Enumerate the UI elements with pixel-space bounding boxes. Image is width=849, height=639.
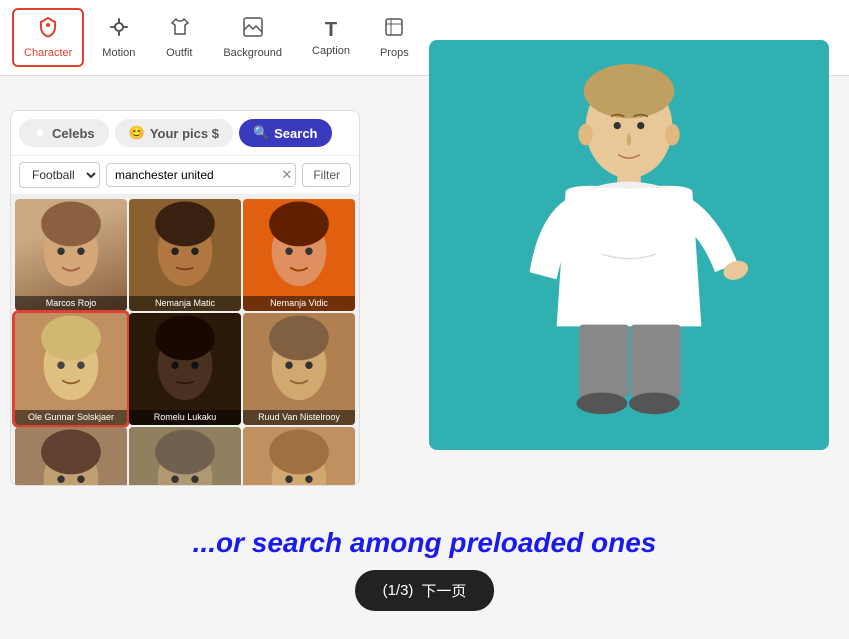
toolbar-outfit[interactable]: Outfit — [153, 8, 205, 67]
face-name-5: Romelu Lukaku — [129, 410, 241, 425]
faces-grid: Marcos Rojo Nemanja Matic — [11, 195, 359, 485]
face-cell-2[interactable]: Nemanja Matic — [129, 199, 241, 311]
face-name-1: Marcos Rojo — [15, 296, 127, 311]
face-name-3: Nemanja Vidic — [243, 296, 355, 311]
next-label: 下一页 — [421, 580, 466, 601]
face-cell-9[interactable]: Wayne Rooney — [243, 427, 355, 485]
toolbar-props-label: Props — [380, 47, 409, 59]
search-tab-icon: 🔍 — [253, 125, 269, 141]
face-cell-4[interactable]: Ole Gunnar Solskjaer — [15, 313, 127, 425]
toolbar-caption[interactable]: T Caption — [300, 11, 362, 65]
motion-icon — [108, 16, 130, 44]
toolbar-props[interactable]: Props — [368, 8, 421, 67]
your-pics-icon: 😊 — [129, 125, 145, 141]
category-select[interactable]: Football — [19, 162, 100, 188]
bottom-text: ...or search among preloaded ones — [0, 527, 849, 559]
left-panel: Celebs 😊 Your pics $ 🔍 Search Football ✕… — [10, 110, 360, 486]
toolbar-background-label: Background — [223, 47, 282, 59]
toolbar-background[interactable]: Background — [211, 8, 294, 67]
clear-search-button[interactable]: ✕ — [281, 167, 292, 183]
tab-celebs[interactable]: Celebs — [19, 119, 109, 147]
filter-row: Football ✕ Filter — [11, 156, 359, 195]
nav-next-button[interactable]: (1/3) 下一页 — [355, 570, 495, 611]
face-cell-6[interactable]: Ruud Van Nistelrooy — [243, 313, 355, 425]
face-cell-1[interactable]: Marcos Rojo — [15, 199, 127, 311]
toolbar-motion-label: Motion — [102, 47, 135, 59]
preview-area — [429, 40, 829, 450]
outfit-icon — [168, 16, 190, 44]
page-indicator: (1/3) — [383, 582, 414, 599]
character-preview — [469, 55, 789, 435]
background-icon — [242, 16, 264, 44]
face-cell-7[interactable]: Robin Van Persie — [15, 427, 127, 485]
caption-icon: T — [325, 19, 337, 42]
toolbar-character-label: Character — [24, 47, 72, 59]
face-cell-5[interactable]: Romelu Lukaku — [129, 313, 241, 425]
tab-bar: Celebs 😊 Your pics $ 🔍 Search — [11, 111, 359, 156]
search-input[interactable] — [106, 163, 296, 187]
face-name-4: Ole Gunnar Solskjaer — [15, 410, 127, 425]
toolbar-character[interactable]: Character — [12, 8, 84, 67]
face-cell-3[interactable]: Nemanja Vidic — [243, 199, 355, 311]
filter-button[interactable]: Filter — [302, 163, 351, 187]
toolbar-outfit-label: Outfit — [166, 47, 192, 59]
character-icon — [37, 16, 59, 44]
face-cell-8[interactable]: Victor Lindelof — [129, 427, 241, 485]
face-name-2: Nemanja Matic — [129, 296, 241, 311]
face-name-6: Ruud Van Nistelrooy — [243, 410, 355, 425]
tab-search[interactable]: 🔍 Search — [239, 119, 332, 147]
props-icon — [383, 16, 405, 44]
toolbar-motion[interactable]: Motion — [90, 8, 147, 67]
search-input-wrap: ✕ — [106, 163, 296, 187]
toolbar-caption-label: Caption — [312, 45, 350, 57]
tab-your-pics[interactable]: 😊 Your pics $ — [115, 119, 233, 147]
